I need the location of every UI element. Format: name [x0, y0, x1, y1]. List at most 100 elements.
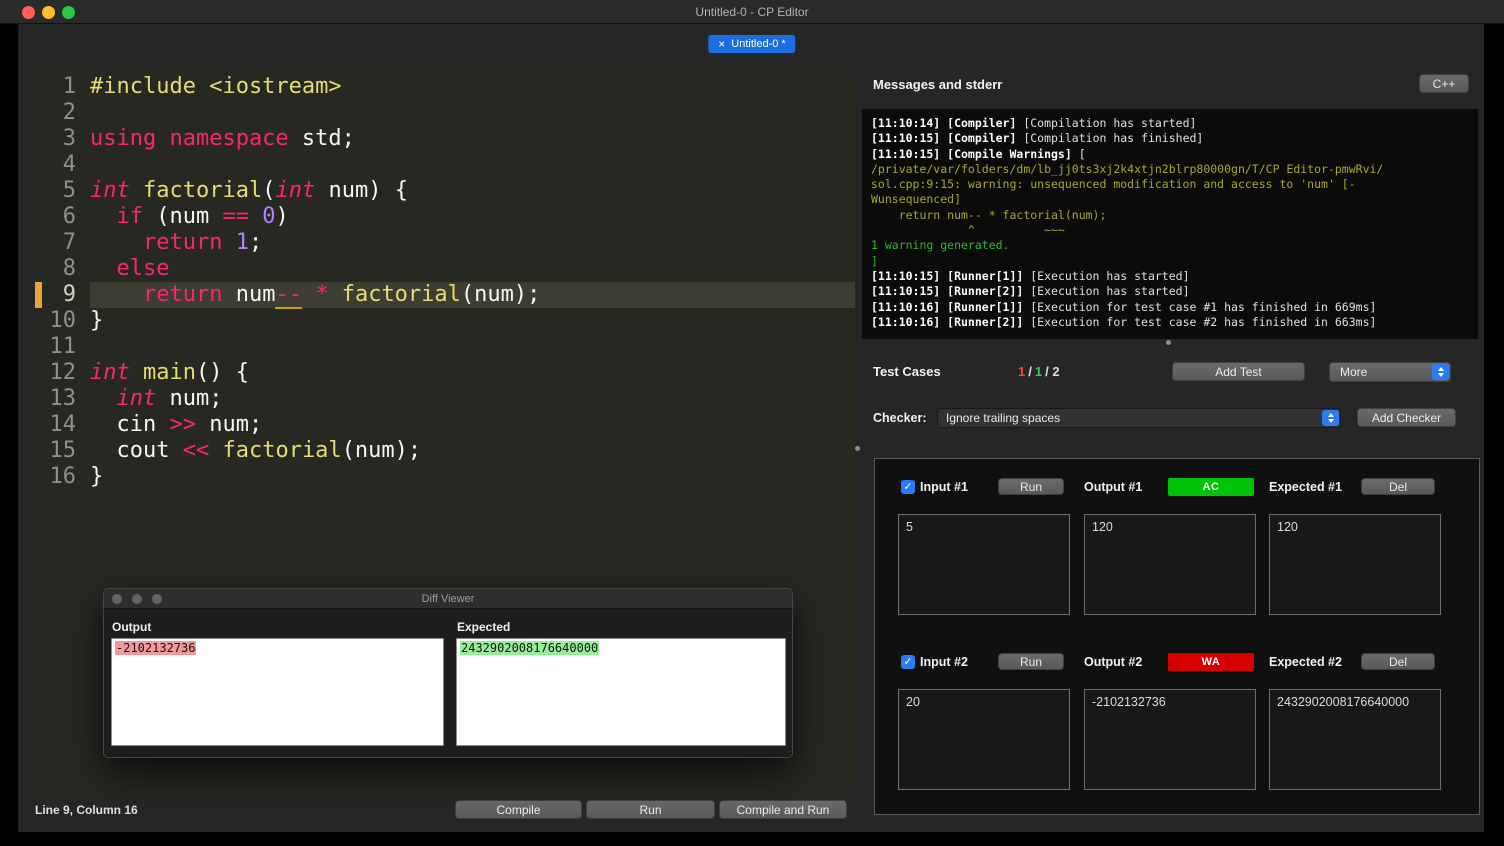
code-line[interactable]: 4	[35, 152, 855, 178]
code-line[interactable]: 14 cin >> num;	[35, 412, 855, 438]
line-number: 2	[62, 100, 76, 125]
code-line[interactable]: 11	[35, 334, 855, 360]
code-line[interactable]: 6 if (num == 0)	[35, 204, 855, 230]
close-window-icon[interactable]	[22, 6, 35, 19]
line-number: 8	[62, 256, 76, 281]
code-line[interactable]: 8 else	[35, 256, 855, 282]
code-line[interactable]: 2	[35, 100, 855, 126]
diff-minimize-icon[interactable]	[132, 594, 142, 604]
gutter-margin	[35, 412, 42, 438]
console-line: return num-- * factorial(num);	[871, 207, 1107, 222]
gutter-margin	[35, 464, 42, 490]
run-testcase-1-button[interactable]: Run	[998, 478, 1064, 495]
input-label: Input #2	[920, 655, 968, 669]
code-line[interactable]: 13 int num;	[35, 386, 855, 412]
test-case-1: ✓ Input #1 Run Output #1 AC Expected #1 Del 5 12…	[875, 478, 1479, 638]
line-number: 10	[49, 308, 77, 333]
console-line: ]	[871, 253, 878, 268]
output-textarea[interactable]: 120	[1084, 514, 1256, 615]
testcase-1-checkbox[interactable]: ✓	[901, 480, 915, 494]
checker-label: Checker:	[873, 411, 927, 425]
expected-label: Expected #1	[1269, 480, 1342, 494]
add-checker-button[interactable]: Add Checker	[1357, 408, 1456, 427]
tab-close-icon[interactable]: ×	[718, 35, 725, 53]
diff-expected-panel[interactable]: 2432902008176640000	[456, 638, 786, 746]
console-line: 1 warning generated.	[871, 238, 1010, 253]
diff-zoom-icon[interactable]	[152, 594, 162, 604]
line-number: 3	[62, 126, 76, 151]
code-line[interactable]: 1 #include <iostream>	[35, 74, 855, 100]
checker-dropdown-value: Ignore trailing spaces	[946, 411, 1061, 425]
diff-expected-label: Expected	[457, 620, 511, 634]
expected-textarea[interactable]: 120	[1269, 514, 1441, 615]
chevron-up-icon	[1327, 413, 1334, 417]
testcase-2-checkbox[interactable]: ✓	[901, 655, 915, 669]
console-line: sol.cpp:9:15: warning: unsequenced modif…	[871, 177, 1356, 192]
compiler-console[interactable]: [11:10:14] [Compiler] [Compilation has s…	[862, 109, 1478, 339]
line-number: 6	[62, 204, 76, 229]
run-button[interactable]: Run	[586, 800, 715, 819]
add-test-button[interactable]: Add Test	[1172, 362, 1305, 381]
dropdown-stepper[interactable]	[1322, 410, 1339, 426]
code-line[interactable]: 10}	[35, 308, 855, 334]
minimize-window-icon[interactable]	[42, 6, 55, 19]
line-number: 4	[62, 152, 76, 177]
more-dropdown[interactable]: More	[1329, 362, 1451, 382]
verdict-badge[interactable]: WA	[1168, 653, 1254, 671]
zoom-window-icon[interactable]	[62, 6, 75, 19]
diff-output-value: -2102132736	[115, 641, 197, 655]
gutter-margin	[35, 334, 42, 360]
gutter-margin	[35, 438, 42, 464]
diff-viewer-window[interactable]: Diff Viewer Output Expected -2102132736 …	[103, 588, 793, 758]
gutter-margin	[35, 256, 42, 282]
gutter-margin	[35, 204, 42, 230]
code-line[interactable]: 9 return num-- * factorial(num);	[35, 282, 855, 309]
diff-expected-value: 2432902008176640000	[460, 641, 600, 655]
line-number: 14	[49, 412, 77, 437]
dropdown-stepper[interactable]	[1432, 364, 1449, 380]
tab-untitled-0[interactable]: × Untitled-0 *	[708, 35, 796, 53]
code-line[interactable]: 5 int factorial(int num) {	[35, 178, 855, 204]
code-text: }	[90, 308, 104, 333]
window-title: Untitled-0 - CP Editor	[695, 5, 809, 19]
verdict-badge[interactable]: AC	[1168, 478, 1254, 496]
code-line[interactable]: 15 cout << factorial(num);	[35, 438, 855, 464]
delete-testcase-2-button[interactable]: Del	[1361, 653, 1435, 670]
code-line[interactable]: 16}	[35, 464, 855, 490]
delete-testcase-1-button[interactable]: Del	[1361, 478, 1435, 495]
diff-close-icon[interactable]	[112, 594, 122, 604]
compile-and-run-button[interactable]: Compile and Run	[719, 800, 847, 819]
console-line: [11:10:15] [Compile Warnings] [	[871, 146, 1086, 161]
input-label: Input #1	[920, 480, 968, 494]
console-line: ^ ~~~	[871, 223, 1065, 238]
diff-viewer-title: Diff Viewer	[421, 593, 475, 605]
output-textarea[interactable]: -2102132736	[1084, 689, 1256, 790]
horizontal-splitter-handle[interactable]	[1166, 340, 1171, 345]
gutter-margin	[35, 74, 42, 100]
checker-dropdown[interactable]: Ignore trailing spaces	[937, 408, 1341, 428]
expected-textarea[interactable]: 2432902008176640000	[1269, 689, 1441, 790]
line-number: 13	[49, 386, 77, 411]
code-line[interactable]: 3 using namespace std;	[35, 126, 855, 152]
test-case-2: ✓ Input #2 Run Output #2 WA Expected #2 Del 20-…	[875, 653, 1479, 813]
code-text: return 1;	[142, 230, 263, 255]
line-number: 7	[62, 230, 76, 255]
diff-window-controls	[112, 594, 162, 604]
diff-viewer-titlebar[interactable]: Diff Viewer	[104, 589, 792, 609]
line-number: 11	[49, 334, 77, 359]
diff-output-panel[interactable]: -2102132736	[111, 638, 444, 746]
input-textarea[interactable]: 5	[898, 514, 1070, 615]
expected-label: Expected #2	[1269, 655, 1342, 669]
language-button[interactable]: C++	[1419, 74, 1469, 93]
compile-button[interactable]: Compile	[455, 800, 582, 819]
test-cases-title: Test Cases	[873, 364, 941, 379]
run-testcase-2-button[interactable]: Run	[998, 653, 1064, 670]
code-line[interactable]: 7 return 1;	[35, 230, 855, 256]
line-number: 16	[49, 464, 77, 489]
code-line[interactable]: 12 int main() {	[35, 360, 855, 386]
test-cases-panel: ✓ Input #1 Run Output #1 AC Expected #1 Del 5 12…	[874, 458, 1480, 815]
gutter-margin	[35, 178, 42, 204]
vertical-splitter-handle[interactable]	[855, 446, 860, 451]
code-text: using namespace std;	[90, 126, 355, 151]
input-textarea[interactable]: 20	[898, 689, 1070, 790]
